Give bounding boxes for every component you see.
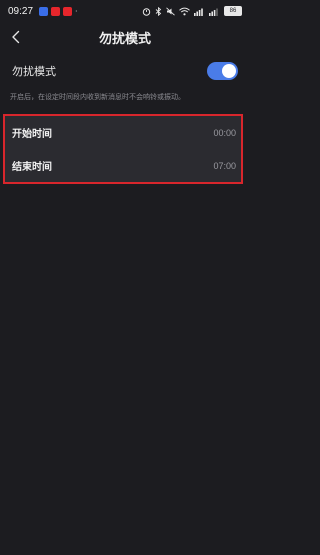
start-time-label: 开始时间	[12, 129, 52, 140]
start-time-value: 00:00	[213, 127, 236, 138]
dnd-toggle[interactable]	[207, 62, 238, 80]
app-notification-icon	[51, 6, 61, 16]
dnd-setting-row: 勿扰模式	[0, 57, 250, 85]
status-right: 86	[142, 6, 242, 16]
mute-icon	[166, 6, 175, 16]
battery-indicator: 86	[224, 6, 242, 16]
signal-icon	[194, 8, 203, 16]
dnd-description: 开启后，在设定时间段内收到新消息时不会响铃或振动。	[10, 93, 185, 101]
end-time-label: 结束时间	[12, 162, 52, 173]
more-dots-icon: ·	[75, 6, 78, 16]
page-title: 勿扰模式	[98, 31, 151, 47]
end-time-value: 07:00	[213, 160, 236, 171]
toggle-knob	[222, 64, 236, 78]
bluetooth-icon	[155, 6, 162, 16]
page-header: 勿扰模式	[0, 22, 250, 52]
dnd-label: 勿扰模式	[12, 65, 56, 78]
app-notification-icon	[63, 6, 73, 16]
app-notification-icon	[39, 6, 49, 16]
alarm-icon	[142, 7, 151, 16]
back-button[interactable]	[8, 28, 24, 46]
end-time-row[interactable]: 结束时间 07:00	[5, 149, 241, 182]
schedule-section: 开始时间 00:00 结束时间 07:00	[3, 114, 243, 184]
start-time-row[interactable]: 开始时间 00:00	[5, 116, 241, 149]
signal-icon	[209, 8, 218, 16]
status-time: 09:27	[8, 5, 34, 17]
chevron-left-icon	[12, 30, 20, 44]
wifi-icon	[179, 7, 190, 15]
status-bar: 09:27 · 86	[0, 0, 250, 22]
